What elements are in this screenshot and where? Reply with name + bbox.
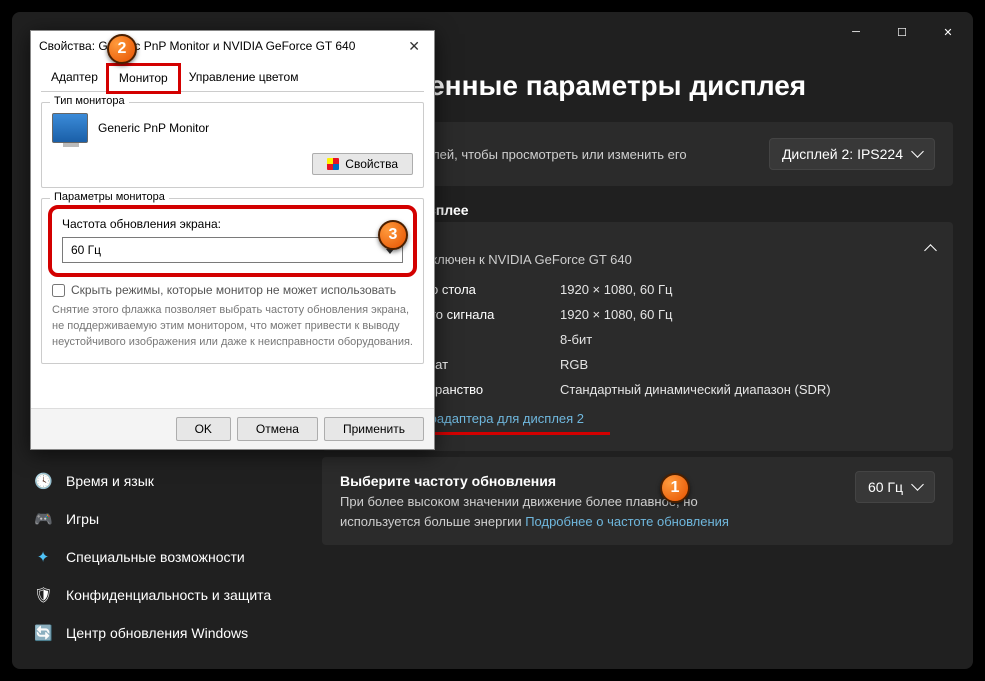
dialog-tabs: Адаптер Монитор Управление цветом [41, 65, 424, 92]
info-value: 8-бит [560, 332, 592, 347]
sidebar-icon: 🔄 [34, 624, 52, 642]
tab-color-management[interactable]: Управление цветом [179, 65, 309, 91]
sidebar-item[interactable]: 🔄 Центр обновления Windows [20, 614, 304, 652]
monitor-properties-button[interactable]: Свойства [312, 153, 413, 175]
chevron-down-icon [913, 146, 922, 162]
monitor-properties-dialog: Свойства: Generic PnP Monitor и NVIDIA G… [30, 30, 435, 450]
chevron-up-icon[interactable] [926, 241, 935, 263]
dialog-footer: OK Отмена Применить [31, 408, 434, 449]
display-selector[interactable]: Дисплей 2: IPS224 [769, 138, 935, 170]
tab-adapter[interactable]: Адаптер [41, 65, 108, 91]
sidebar-item-label: Игры [66, 511, 99, 527]
monitor-name: Generic PnP Monitor [98, 121, 209, 135]
sidebar-item[interactable]: ✦ Специальные возможности [20, 538, 304, 576]
close-button[interactable]: ✕ [925, 16, 971, 48]
sidebar-item-label: Центр обновления Windows [66, 625, 248, 641]
info-value: 1920 × 1080, 60 Гц [560, 282, 672, 297]
minimize-button[interactable]: ─ [833, 16, 879, 48]
refresh-rate-panel: Выберите частоту обновления При более вы… [322, 457, 953, 545]
tab-monitor[interactable]: Монитор [108, 65, 179, 92]
annotation-marker-2: 2 [107, 34, 137, 64]
sidebar-item-label: Конфиденциальность и защита [66, 587, 271, 603]
sidebar-item-label: Время и язык [66, 473, 154, 489]
refresh-rate-selector[interactable]: 60 Гц [855, 471, 935, 503]
monitor-icon [52, 113, 88, 143]
sidebar-item[interactable]: 🎮 Игры [20, 500, 304, 538]
shield-icon [327, 158, 339, 170]
annotation-marker-3: 3 [378, 220, 408, 250]
chevron-down-icon [913, 479, 922, 495]
sidebar-item-label: Специальные возможности [66, 549, 245, 565]
freq-label: Частота обновления экрана: [62, 217, 403, 231]
annotation-marker-1: 1 [660, 473, 690, 503]
refresh-rate-highlight: Частота обновления экрана: 60 Гц [52, 209, 413, 273]
rate-more-link[interactable]: Подробнее о частоте обновления [525, 514, 729, 529]
info-value: RGB [560, 357, 588, 372]
sidebar-icon: 🛡 [34, 586, 52, 604]
sidebar-item[interactable]: 🛡 Конфиденциальность и защита [20, 576, 304, 614]
refresh-rate-combobox[interactable]: 60 Гц [62, 237, 403, 263]
apply-button[interactable]: Применить [324, 417, 424, 441]
dialog-close-button[interactable]: ✕ [402, 38, 426, 55]
monitor-params-group: Параметры монитора Частота обновления эк… [41, 198, 424, 364]
hide-modes-checkbox[interactable]: Скрыть режимы, которые монитор не может … [52, 283, 413, 297]
info-value: Стандартный динамический диапазон (SDR) [560, 382, 831, 397]
sidebar-icon: ✦ [34, 548, 52, 566]
sidebar-icon: 🕓 [34, 472, 52, 490]
help-text: Снятие этого флажка позволяет выбрать ча… [52, 303, 413, 351]
maximize-button[interactable]: ☐ [879, 16, 925, 48]
cancel-button[interactable]: Отмена [237, 417, 318, 441]
dialog-titlebar: Свойства: Generic PnP Monitor и NVIDIA G… [31, 31, 434, 61]
rate-title: Выберите частоту обновления [340, 471, 780, 492]
info-value: 1920 × 1080, 60 Гц [560, 307, 672, 322]
sidebar-item[interactable]: 🕓 Время и язык [20, 462, 304, 500]
monitor-type-group: Тип монитора Generic PnP Monitor Свойств… [41, 102, 424, 188]
ok-button[interactable]: OK [176, 417, 231, 441]
sidebar-icon: 🎮 [34, 510, 52, 528]
